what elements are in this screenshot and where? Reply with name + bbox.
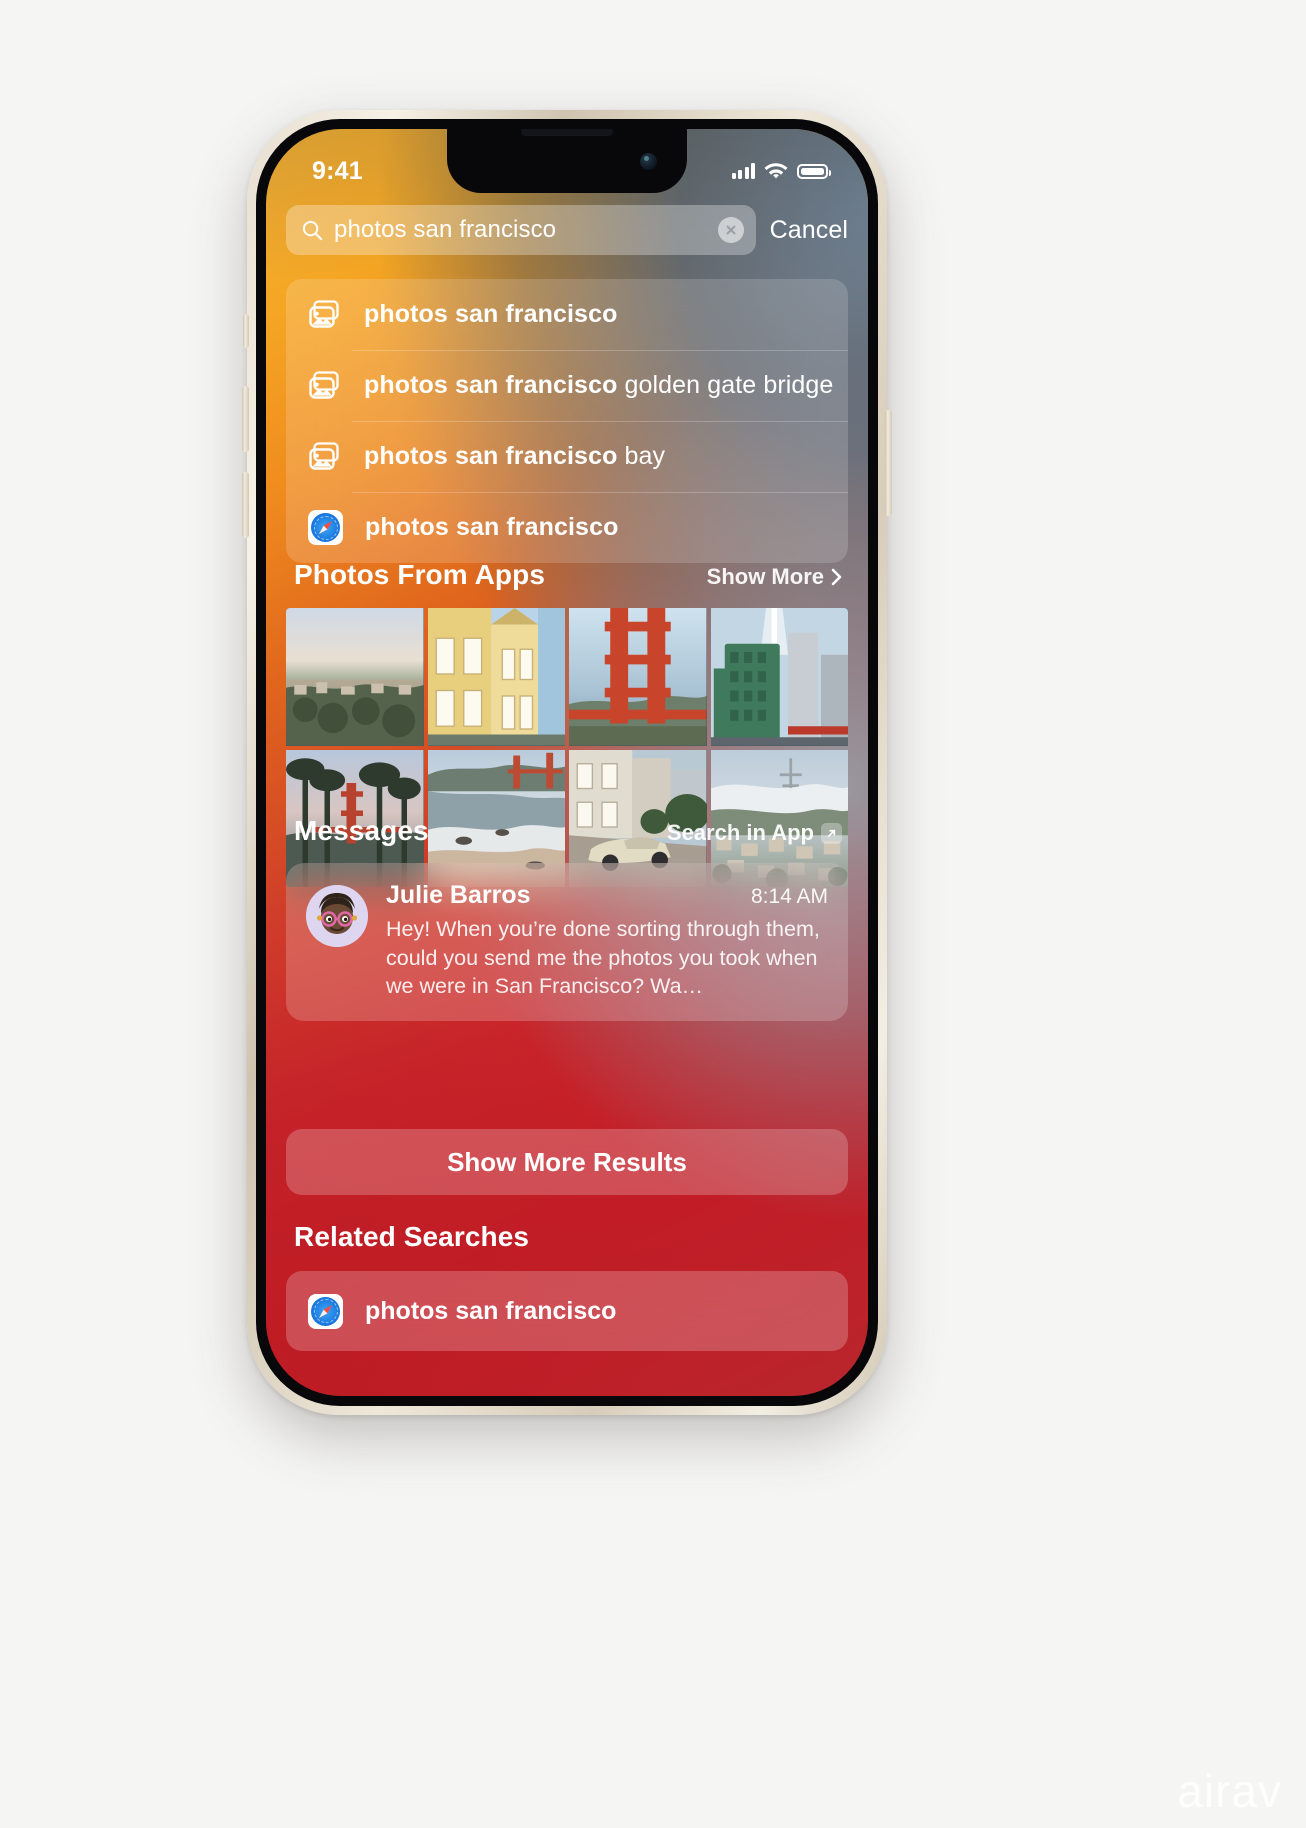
messages-section-header: Messages Search in App — [286, 815, 848, 847]
safari-icon — [308, 1293, 343, 1329]
related-search-row[interactable]: photos san francisco — [286, 1271, 848, 1351]
watermark: airav — [1177, 1765, 1282, 1817]
mute-switch[interactable] — [243, 314, 249, 348]
related-searches-header: Related Searches — [286, 1221, 848, 1253]
suggestion-row[interactable]: photos san francisco golden gate bridge — [286, 350, 848, 421]
photos-show-more-label: Show More — [706, 564, 824, 589]
messages-section-title: Messages — [294, 815, 429, 846]
volume-down-button[interactable] — [242, 472, 249, 538]
message-preview: Hey! When you’re done sorting through th… — [386, 917, 820, 999]
photos-show-more-button[interactable]: Show More — [707, 564, 842, 590]
search-icon — [302, 220, 323, 240]
photo-tile[interactable] — [286, 608, 424, 746]
photos-section-header: Photos From Apps Show More — [286, 559, 848, 591]
photo-tile[interactable] — [710, 608, 848, 746]
related-searches-title: Related Searches — [294, 1221, 530, 1252]
suggestion-label: photos san francisco — [365, 513, 619, 541]
message-result-card[interactable]: Julie Barros 8:14 AM Hey! When you’re do… — [286, 863, 848, 1021]
volume-up-button[interactable] — [242, 386, 249, 452]
suggestion-label: photos san francisco golden gate bridge — [364, 371, 834, 399]
earpiece-speaker — [521, 129, 613, 136]
suggestion-label: photos san francisco — [364, 300, 618, 328]
chevron-right-icon — [831, 568, 842, 586]
search-input[interactable]: photos san francisco — [286, 205, 756, 255]
wifi-icon — [764, 162, 788, 178]
notch — [447, 129, 687, 193]
message-sender: Julie Barros — [386, 881, 531, 909]
phone-screen: 9:41 photos san francisco Cancel photos … — [266, 129, 868, 1396]
related-searches-section: Related Searches photos san francisco — [286, 1221, 848, 1351]
power-button[interactable] — [885, 410, 892, 516]
search-input-value: photos san francisco — [334, 216, 557, 243]
suggestion-row[interactable]: photos san francisco — [286, 492, 848, 563]
photos-section-title: Photos From Apps — [294, 559, 546, 590]
safari-icon — [308, 510, 343, 545]
search-row: photos san francisco Cancel — [286, 205, 848, 255]
spotlight-content: photos san francisco Cancel photos san f… — [266, 129, 868, 1396]
search-in-app-button[interactable]: Search in App — [667, 820, 842, 846]
show-more-results-button[interactable]: Show More Results — [286, 1129, 848, 1195]
message-timestamp: 8:14 AM — [750, 885, 828, 908]
messages-section: Messages Search in App Julie Barros 8:14… — [286, 815, 848, 1021]
memoji-avatar — [306, 885, 368, 947]
photo-tile[interactable] — [569, 608, 707, 746]
search-in-app-label: Search in App — [666, 820, 814, 845]
photo-tile[interactable] — [427, 608, 565, 746]
photos-stack-icon — [308, 440, 342, 474]
suggestion-row[interactable]: photos san francisco — [286, 279, 848, 350]
front-camera — [640, 153, 657, 170]
photos-stack-icon — [308, 369, 342, 403]
status-time: 9:41 — [312, 156, 363, 185]
arrow-up-right-box-icon — [821, 822, 842, 844]
suggestion-row[interactable]: photos san francisco bay — [286, 421, 848, 492]
related-search-label: photos san francisco — [365, 1296, 617, 1325]
screenshot-root: 9:41 photos san francisco Cancel photos … — [0, 0, 1306, 1828]
suggestion-label: photos san francisco bay — [364, 442, 666, 470]
iphone-device: 9:41 photos san francisco Cancel photos … — [242, 110, 892, 1415]
clear-circle-icon[interactable] — [717, 217, 744, 243]
search-suggestions-list: photos san francisco photos san francisc… — [286, 279, 848, 563]
cancel-button[interactable]: Cancel — [770, 216, 848, 245]
battery-icon — [797, 163, 831, 179]
device-bezel: 9:41 photos san francisco Cancel photos … — [256, 119, 878, 1406]
photos-stack-icon — [308, 298, 342, 332]
signal-bars-icon — [731, 163, 755, 179]
